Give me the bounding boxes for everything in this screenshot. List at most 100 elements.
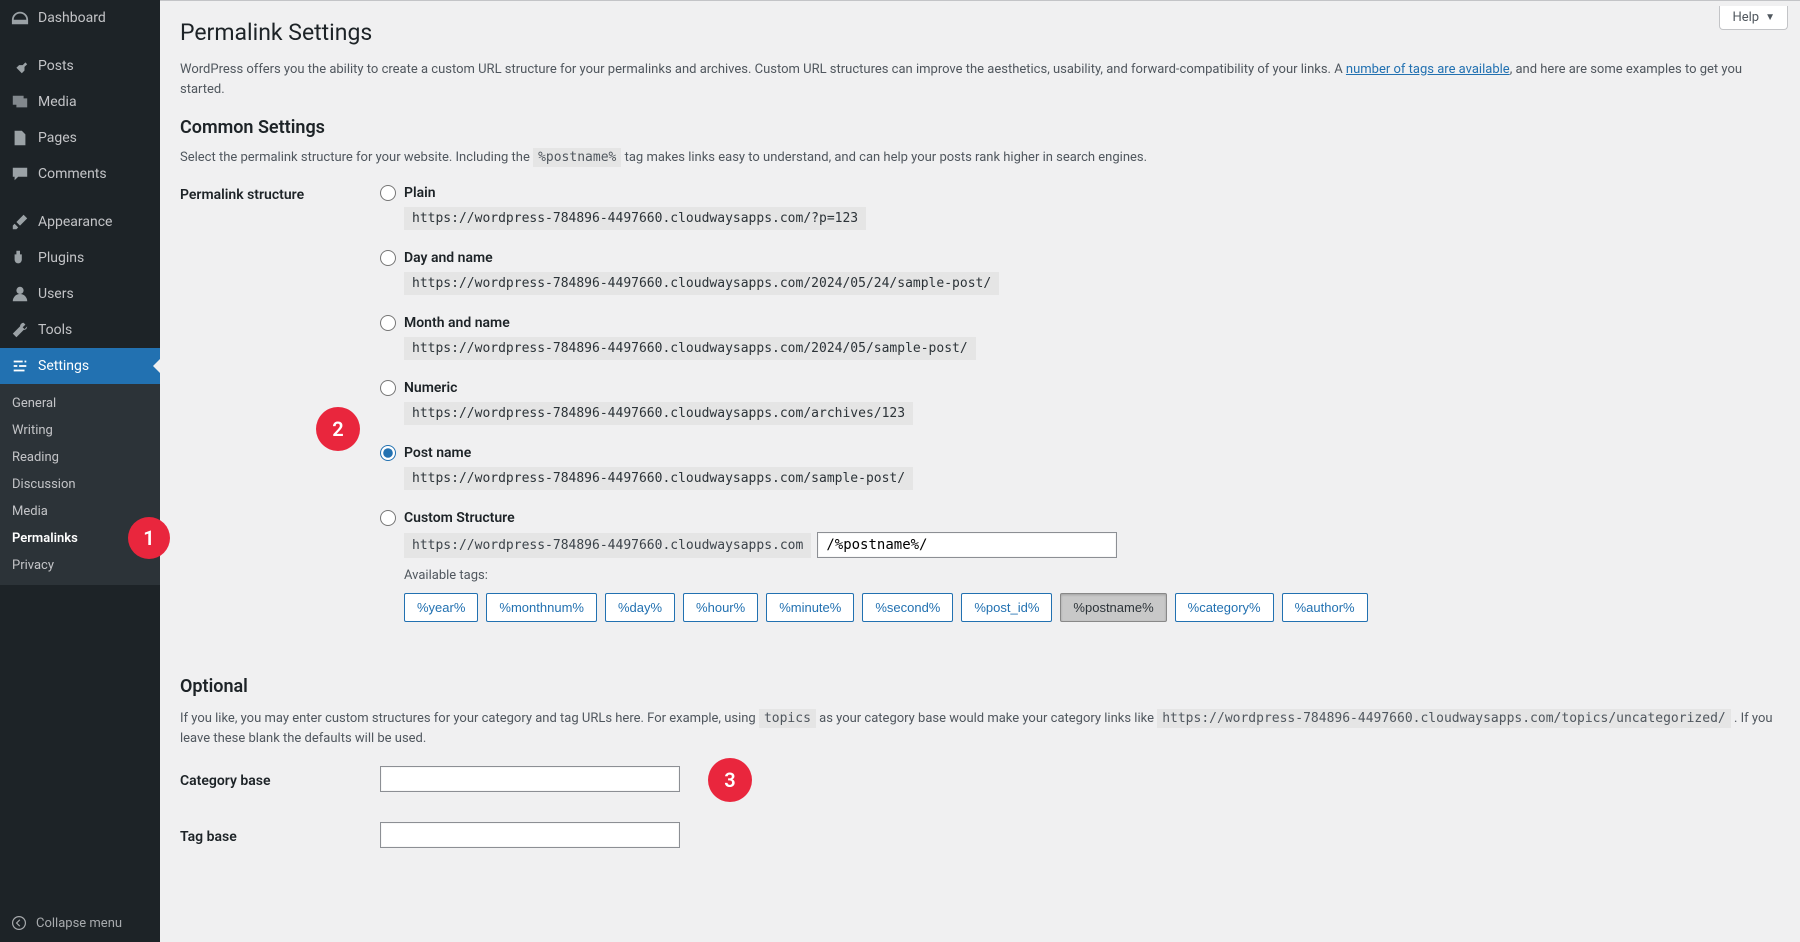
sidebar-item-appearance[interactable]: Appearance — [0, 204, 160, 240]
submenu-discussion[interactable]: Discussion — [0, 471, 160, 498]
url-example-numeric: https://wordpress-784896-4497660.cloudwa… — [404, 402, 913, 425]
radio-label[interactable]: Month and name — [404, 315, 510, 331]
optional-heading: Optional — [180, 676, 1780, 697]
radio-day-name[interactable] — [380, 250, 396, 266]
help-button[interactable]: Help ▼ — [1719, 6, 1788, 30]
optional-desc: If you like, you may enter custom struct… — [180, 709, 1780, 748]
settings-icon — [10, 356, 30, 376]
page-icon — [10, 128, 30, 148]
submenu-permalinks[interactable]: Permalinks 1 — [0, 525, 160, 552]
tags-link[interactable]: number of tags are available — [1346, 62, 1510, 77]
url-example-plain: https://wordpress-784896-4497660.cloudwa… — [404, 207, 866, 230]
radio-label[interactable]: Custom Structure — [404, 510, 515, 526]
radio-label[interactable]: Plain — [404, 185, 436, 201]
tag-second-button[interactable]: %second% — [862, 593, 953, 622]
sidebar-item-media[interactable]: Media — [0, 84, 160, 120]
sidebar-item-pages[interactable]: Pages — [0, 120, 160, 156]
postname-code: %postname% — [533, 148, 621, 167]
permalink-structure-label: Permalink structure — [180, 185, 380, 203]
page-title: Permalink Settings — [180, 19, 1780, 46]
tag-category-button[interactable]: %category% — [1175, 593, 1274, 622]
submenu-general[interactable]: General — [0, 390, 160, 417]
collapse-icon — [10, 914, 28, 932]
opt-code-url: https://wordpress-784896-4497660.cloudwa… — [1157, 709, 1731, 728]
radio-post-name[interactable] — [380, 445, 396, 461]
submenu-label: Permalinks — [12, 531, 78, 546]
brush-icon — [10, 212, 30, 232]
common-settings-desc: Select the permalink structure for your … — [180, 150, 1780, 165]
radio-month-name[interactable] — [380, 315, 396, 331]
tag-day-button[interactable]: %day% — [605, 593, 675, 622]
desc-after: tag makes links easy to understand, and … — [625, 150, 1147, 165]
sidebar-label: Users — [38, 286, 74, 302]
desc-before: Select the permalink structure for your … — [180, 150, 533, 165]
sidebar-label: Plugins — [38, 250, 84, 266]
annotation-1: 1 — [128, 517, 170, 559]
category-base-input[interactable] — [380, 766, 680, 792]
sidebar-label: Tools — [38, 322, 72, 338]
help-label: Help — [1732, 10, 1759, 25]
permalink-option-custom: Custom Structure https://wordpress-78489… — [380, 510, 1780, 622]
permalink-option-post-name: Post name https://wordpress-784896-44976… — [380, 445, 1780, 490]
radio-plain[interactable] — [380, 185, 396, 201]
tag-base-label: Tag base — [180, 825, 380, 845]
pin-icon — [10, 56, 30, 76]
sidebar-item-dashboard[interactable]: Dashboard — [0, 0, 160, 36]
submenu-privacy[interactable]: Privacy — [0, 552, 160, 579]
media-icon — [10, 92, 30, 112]
radio-label[interactable]: Post name — [404, 445, 471, 461]
tag-monthnum-button[interactable]: %monthnum% — [486, 593, 597, 622]
url-example-postname: https://wordpress-784896-4497660.cloudwa… — [404, 467, 913, 490]
sidebar-label: Appearance — [38, 214, 112, 230]
admin-sidebar: Dashboard Posts Media Pages Comments App… — [0, 0, 160, 942]
tag-base-input[interactable] — [380, 822, 680, 848]
settings-submenu: General Writing Reading Discussion Media… — [0, 384, 160, 585]
permalink-option-month-name: Month and name https://wordpress-784896-… — [380, 315, 1780, 360]
radio-numeric[interactable] — [380, 380, 396, 396]
common-settings-heading: Common Settings — [180, 117, 1780, 138]
user-icon — [10, 284, 30, 304]
plug-icon — [10, 248, 30, 268]
tag-postname-button[interactable]: %postname% — [1060, 593, 1166, 622]
chevron-down-icon: ▼ — [1765, 12, 1775, 23]
annotation-2: 2 — [316, 407, 360, 451]
wrench-icon — [10, 320, 30, 340]
submenu-writing[interactable]: Writing — [0, 417, 160, 444]
tag-button-row: %year% %monthnum% %day% %hour% %minute% … — [404, 593, 1780, 622]
collapse-menu-button[interactable]: Collapse menu — [0, 904, 160, 942]
sidebar-label: Media — [38, 94, 77, 110]
tag-minute-button[interactable]: %minute% — [766, 593, 854, 622]
sidebar-item-tools[interactable]: Tools — [0, 312, 160, 348]
sidebar-label: Posts — [38, 58, 74, 74]
url-example-month: https://wordpress-784896-4497660.cloudwa… — [404, 337, 976, 360]
category-base-label: Category base — [180, 769, 380, 789]
opt-d1: If you like, you may enter custom struct… — [180, 711, 759, 726]
radio-label[interactable]: Numeric — [404, 380, 457, 396]
radio-label[interactable]: Day and name — [404, 250, 493, 266]
radio-custom[interactable] — [380, 510, 396, 526]
custom-url-prefix: https://wordpress-784896-4497660.cloudwa… — [404, 533, 811, 558]
url-example-day: https://wordpress-784896-4497660.cloudwa… — [404, 272, 999, 295]
sidebar-label: Comments — [38, 166, 107, 182]
permalink-option-day-name: Day and name https://wordpress-784896-44… — [380, 250, 1780, 295]
comment-icon — [10, 164, 30, 184]
tag-author-button[interactable]: %author% — [1282, 593, 1368, 622]
dashboard-icon — [10, 8, 30, 28]
sidebar-item-users[interactable]: Users — [0, 276, 160, 312]
sidebar-label: Dashboard — [38, 10, 106, 26]
sidebar-label: Pages — [38, 130, 77, 146]
main-content: Help ▼ Permalink Settings WordPress offe… — [160, 0, 1800, 942]
submenu-reading[interactable]: Reading — [0, 444, 160, 471]
sidebar-item-plugins[interactable]: Plugins — [0, 240, 160, 276]
permalink-option-numeric: Numeric https://wordpress-784896-4497660… — [380, 380, 1780, 425]
tag-postid-button[interactable]: %post_id% — [961, 593, 1052, 622]
intro-text: WordPress offers you the ability to crea… — [180, 60, 1780, 99]
available-tags-label: Available tags: — [404, 568, 1780, 583]
sidebar-item-posts[interactable]: Posts — [0, 48, 160, 84]
tag-hour-button[interactable]: %hour% — [683, 593, 758, 622]
sidebar-item-comments[interactable]: Comments — [0, 156, 160, 192]
permalink-option-plain: Plain https://wordpress-784896-4497660.c… — [380, 185, 1780, 230]
sidebar-item-settings[interactable]: Settings — [0, 348, 160, 384]
tag-year-button[interactable]: %year% — [404, 593, 478, 622]
custom-structure-input[interactable] — [817, 532, 1117, 558]
